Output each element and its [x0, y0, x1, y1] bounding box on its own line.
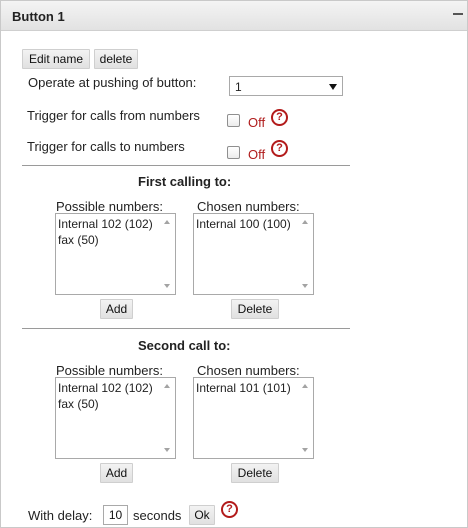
help-icon[interactable]: ? [221, 501, 238, 518]
trigger-from-state: Off [248, 115, 266, 130]
first-chosen-label: Chosen numbers: [197, 199, 300, 214]
delay-input[interactable] [103, 505, 128, 525]
button-settings-panel: Button 1 Edit name delete Operate at pus… [0, 0, 468, 528]
second-possible-listbox[interactable]: Internal 102 (102) fax (50) [55, 377, 176, 459]
scroll-down-icon[interactable] [164, 448, 170, 452]
chevron-down-icon [329, 84, 337, 90]
list-item[interactable]: fax (50) [58, 396, 159, 412]
trigger-to-label: Trigger for calls to numbers [27, 139, 185, 154]
list-item[interactable]: fax (50) [58, 232, 159, 248]
list-item[interactable]: Internal 100 (100) [196, 216, 297, 232]
divider [22, 165, 350, 166]
panel-title: Button 1 [12, 9, 65, 24]
first-chosen-listbox[interactable]: Internal 100 (100) [193, 213, 314, 295]
scroll-up-icon[interactable] [302, 384, 308, 388]
second-add-button[interactable]: Add [100, 463, 133, 483]
panel-header[interactable]: Button 1 [1, 1, 467, 31]
scroll-down-icon[interactable] [302, 448, 308, 452]
scroll-down-icon[interactable] [164, 284, 170, 288]
list-item[interactable]: Internal 101 (101) [196, 380, 297, 396]
trigger-from-checkbox[interactable] [227, 114, 240, 127]
scroll-up-icon[interactable] [164, 220, 170, 224]
second-chosen-label: Chosen numbers: [197, 363, 300, 378]
scroll-up-icon[interactable] [164, 384, 170, 388]
scroll-down-icon[interactable] [302, 284, 308, 288]
help-icon[interactable]: ? [271, 140, 288, 157]
second-section-title: Second call to: [138, 338, 231, 353]
trigger-to-state: Off [248, 147, 266, 162]
divider [22, 328, 350, 329]
first-possible-listbox[interactable]: Internal 102 (102) fax (50) [55, 213, 176, 295]
second-possible-label: Possible numbers: [56, 363, 163, 378]
trigger-to-checkbox[interactable] [227, 146, 240, 159]
delay-label: With delay: [28, 508, 93, 523]
trigger-from-label: Trigger for calls from numbers [27, 108, 200, 123]
collapse-icon[interactable] [453, 9, 463, 19]
scrollbar[interactable] [160, 378, 175, 458]
scrollbar[interactable] [298, 378, 313, 458]
second-delete-button[interactable]: Delete [231, 463, 279, 483]
scrollbar[interactable] [298, 214, 313, 294]
first-possible-label: Possible numbers: [56, 199, 163, 214]
operate-select-value: 1 [235, 80, 242, 94]
operate-select[interactable]: 1 [229, 76, 343, 96]
delete-button[interactable]: delete [94, 49, 138, 69]
second-chosen-listbox[interactable]: Internal 101 (101) [193, 377, 314, 459]
list-item[interactable]: Internal 102 (102) [58, 380, 159, 396]
ok-button[interactable]: Ok [189, 505, 215, 525]
first-add-button[interactable]: Add [100, 299, 133, 319]
scrollbar[interactable] [160, 214, 175, 294]
delay-unit: seconds [133, 508, 182, 523]
first-section-title: First calling to: [138, 174, 232, 189]
edit-name-button[interactable]: Edit name [22, 49, 90, 69]
list-item[interactable]: Internal 102 (102) [58, 216, 159, 232]
operate-label: Operate at pushing of button: [28, 75, 197, 90]
first-delete-button[interactable]: Delete [231, 299, 279, 319]
help-icon[interactable]: ? [271, 109, 288, 126]
scroll-up-icon[interactable] [302, 220, 308, 224]
